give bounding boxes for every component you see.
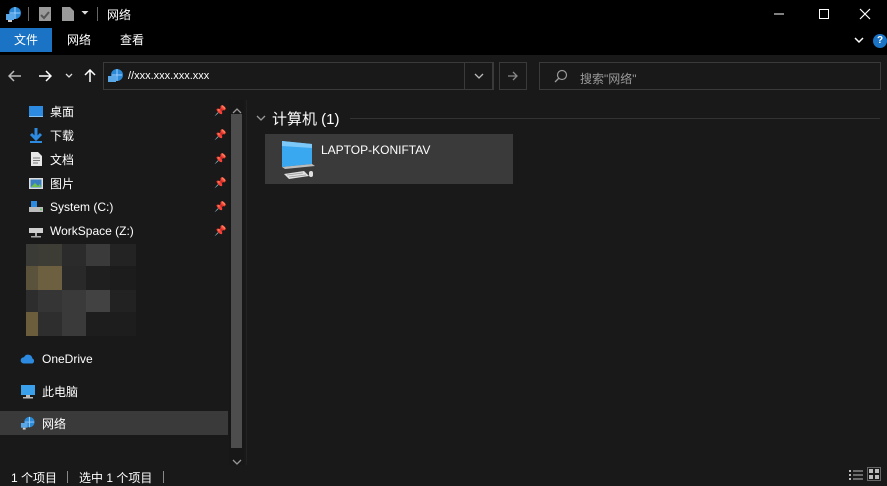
expand-ribbon-icon[interactable] [853, 34, 865, 49]
help-icon[interactable]: ? [873, 34, 887, 48]
pin-icon[interactable]: 📌 [214, 202, 226, 213]
sidebar-item-label: 文档 [50, 152, 75, 167]
drive-icon [28, 199, 44, 215]
download-icon [28, 127, 44, 143]
computer-icon [279, 138, 317, 183]
title-bar [0, 0, 887, 28]
window-title: 网络 [107, 8, 132, 22]
group-title: 计算机 (1) [272, 111, 340, 128]
computer-icon [20, 383, 36, 399]
pin-icon[interactable]: 📌 [214, 178, 226, 189]
selected-count: 选中 1 个项目 [79, 471, 153, 485]
sidebar-item-downloads[interactable]: 下载 📌 [0, 123, 228, 147]
sidebar-item-workspace-z[interactable]: WorkSpace (Z:) 📌 [0, 219, 228, 243]
sidebar-scrollbar-thumb[interactable] [231, 114, 242, 448]
sidebar-item-onedrive[interactable]: OneDrive [0, 347, 228, 371]
desktop-icon [28, 103, 44, 119]
network-drive-icon [28, 223, 44, 239]
properties-icon[interactable] [38, 6, 52, 22]
qa-separator [28, 7, 29, 21]
new-folder-icon[interactable] [61, 6, 75, 22]
sidebar-item-label: 此电脑 [42, 384, 79, 399]
address-dropdown-button[interactable] [464, 62, 494, 90]
sidebar-item-pictures[interactable]: 图片 📌 [0, 171, 228, 195]
item-count: 1 个项目 [11, 471, 58, 485]
customize-toolbar-icon[interactable]: ⏷ [81, 8, 89, 19]
forward-arrow-icon[interactable] [36, 67, 54, 85]
tab-network[interactable]: 网络 [57, 28, 101, 52]
pin-icon[interactable]: 📌 [214, 226, 226, 237]
sidebar-item-documents[interactable]: 文档 📌 [0, 147, 228, 171]
back-arrow-icon[interactable] [6, 67, 24, 85]
document-icon [28, 151, 44, 167]
details-view-icon[interactable] [848, 469, 864, 484]
sidebar-item-label: 下载 [50, 128, 75, 143]
up-arrow-icon[interactable] [81, 67, 99, 85]
sidebar-item-label: System (C:) [50, 200, 114, 214]
tab-file[interactable]: 文件 [0, 28, 52, 52]
recent-locations-icon[interactable] [63, 69, 75, 83]
group-divider [350, 118, 880, 119]
pictures-icon [28, 175, 44, 191]
sidebar-item-this-pc[interactable]: 此电脑 [0, 379, 228, 403]
group-header[interactable]: 计算机 (1) [256, 108, 340, 129]
pin-icon[interactable]: 📌 [214, 154, 226, 165]
address-bar[interactable]: //xxx.xxx.xxx.xxx [103, 62, 493, 90]
maximize-button[interactable] [801, 0, 847, 28]
pin-icon[interactable]: 📌 [214, 130, 226, 141]
network-icon [20, 415, 36, 431]
sidebar-item-label: 图片 [50, 176, 75, 191]
status-separator [67, 471, 68, 483]
status-separator-2 [163, 471, 164, 483]
search-placeholder: 搜索"网络" [580, 72, 637, 86]
close-button[interactable] [842, 0, 887, 28]
sidebar-item-label: 桌面 [50, 104, 75, 119]
pane-divider[interactable] [246, 100, 247, 465]
onedrive-icon [20, 351, 36, 367]
qa-separator-2 [97, 7, 98, 21]
large-icons-view-icon[interactable] [867, 467, 881, 481]
network-app-icon [5, 5, 23, 23]
chevron-down-icon [256, 115, 266, 121]
tab-view[interactable]: 查看 [109, 28, 155, 52]
search-icon [554, 69, 568, 86]
network-computer-item[interactable]: LAPTOP-KONIFTAV [265, 134, 513, 184]
address-path: //xxx.xxx.xxx.xxx [128, 70, 210, 82]
sidebar-item-network[interactable]: 网络 [0, 411, 228, 435]
redacted-area [26, 244, 136, 336]
minimize-button[interactable] [756, 0, 802, 28]
network-location-icon [107, 67, 125, 85]
search-box[interactable]: 搜索"网络" [539, 62, 881, 90]
sidebar-item-desktop[interactable]: 桌面 📌 [0, 99, 228, 123]
sidebar-item-system-c[interactable]: System (C:) 📌 [0, 195, 228, 219]
sidebar-item-label: OneDrive [42, 352, 93, 366]
pin-icon[interactable]: 📌 [214, 106, 226, 117]
item-name: LAPTOP-KONIFTAV [321, 143, 431, 157]
sidebar-item-label: WorkSpace (Z:) [50, 224, 134, 238]
go-button[interactable] [499, 62, 527, 90]
sidebar-item-label: 网络 [42, 416, 67, 431]
